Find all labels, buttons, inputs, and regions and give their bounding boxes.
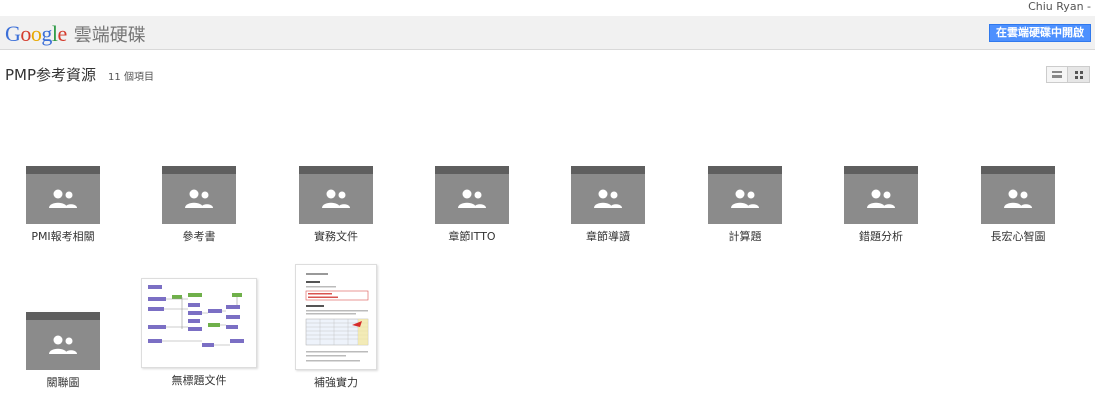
logo-letter: e [57,21,68,46]
item-label: 計算題 [728,230,762,243]
shared-folder-icon [981,166,1055,224]
item-label: 錯題分析 [859,230,903,243]
folder-item[interactable]: 錯題分析 [826,166,936,244]
folder-item[interactable]: 長宏心智圖 [963,166,1073,244]
top-bar: Google 雲端硬碟 在雲端硬碟中開啟 [0,16,1095,50]
shared-folder-icon [162,166,236,224]
diagram-thumbnail [141,278,257,368]
item-label: 長宏心智圖 [990,230,1046,243]
item-label: 補強實力 [314,376,358,389]
folder-item[interactable]: 關聯圖 [8,312,118,390]
item-count: 11 個項目 [108,72,154,83]
document-item[interactable]: 補強實力 [281,264,391,390]
item-label: 無標題文件 [171,374,227,387]
logo-letter: o [20,21,31,46]
folder-item[interactable]: PMI報考相關 [8,166,118,244]
document-item[interactable]: 無標題文件 [141,278,257,388]
view-toggle [1046,66,1090,83]
folder-title: PMP参考資源 [5,66,97,84]
list-view-button[interactable] [1046,66,1068,83]
shared-folder-icon [299,166,373,224]
folder-item[interactable]: 章節導讀 [553,166,663,244]
shared-folder-icon [26,166,100,224]
folder-item[interactable]: 計算題 [690,166,800,244]
shared-folder-icon [435,166,509,224]
item-label: 章節導讀 [586,230,630,243]
item-label: 實務文件 [314,230,358,243]
folder-header: PMP参考資源 11 個項目 [5,64,154,85]
folder-item[interactable]: 實務文件 [281,166,391,244]
grid-view-button[interactable] [1068,66,1090,83]
item-label: PMI報考相關 [31,230,95,243]
shared-folder-icon [844,166,918,224]
item-label: 章節ITTO [448,230,496,243]
logo-letter: o [30,21,42,46]
user-account-name[interactable]: Chiu Ryan - [1028,0,1091,14]
list-view-icon [1052,71,1062,78]
grid-view-icon [1074,70,1083,79]
logo-letter: G [5,21,21,46]
shared-folder-icon [708,166,782,224]
open-in-drive-button[interactable]: 在雲端硬碟中開啟 [989,24,1091,42]
shared-folder-icon [571,166,645,224]
shared-folder-icon [26,312,100,370]
google-logo-wordmark: Google [5,21,67,47]
item-label: 參考書 [182,230,216,243]
document-thumbnail [295,264,377,370]
logo-letter: g [41,21,52,46]
product-name: 雲端硬碟 [73,25,146,46]
folder-item[interactable]: 章節ITTO [417,166,527,244]
folder-item[interactable]: 參考書 [144,166,254,244]
item-label: 關聯圖 [46,376,80,389]
google-drive-logo[interactable]: Google 雲端硬碟 [5,21,146,47]
